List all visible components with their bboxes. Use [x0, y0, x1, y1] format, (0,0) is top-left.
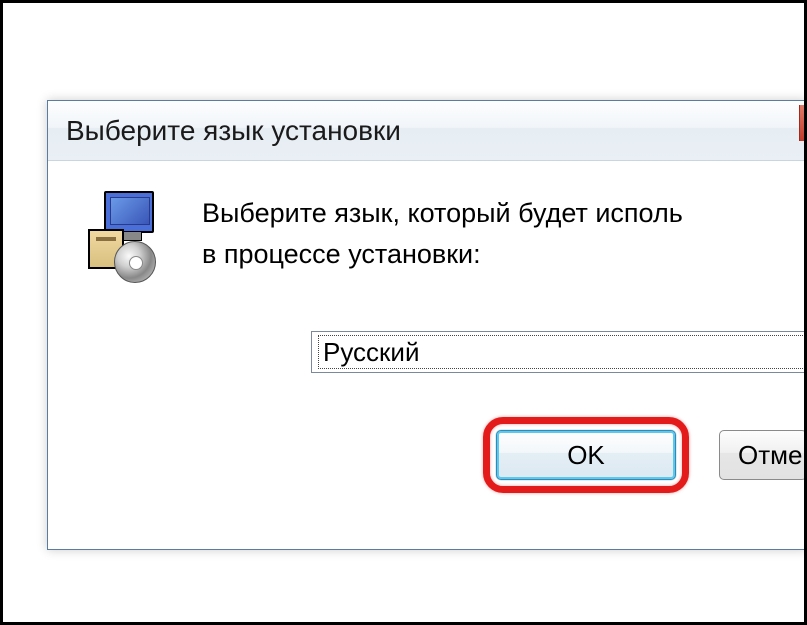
dialog-buttons: OK Отме	[483, 417, 807, 493]
language-selected-value: Русский	[318, 335, 807, 369]
language-select-dialog: Выберите язык установки Выберите язык, к…	[47, 100, 807, 550]
message-line-1: Выберите язык, который будет исполь	[202, 198, 683, 228]
close-icon[interactable]	[799, 105, 807, 141]
cancel-button[interactable]: Отме	[719, 430, 807, 480]
dialog-title: Выберите язык установки	[66, 115, 799, 147]
dialog-body: Выберите язык, который будет исполь в пр…	[48, 161, 807, 281]
installer-icon	[88, 191, 166, 281]
ok-button[interactable]: OK	[496, 430, 676, 480]
ok-highlight-annotation: OK	[483, 417, 689, 493]
titlebar[interactable]: Выберите язык установки	[48, 101, 807, 161]
language-dropdown[interactable]: Русский	[311, 331, 807, 373]
message-line-2: в процессе установки:	[202, 239, 481, 269]
dialog-message: Выберите язык, который будет исполь в пр…	[202, 191, 683, 281]
